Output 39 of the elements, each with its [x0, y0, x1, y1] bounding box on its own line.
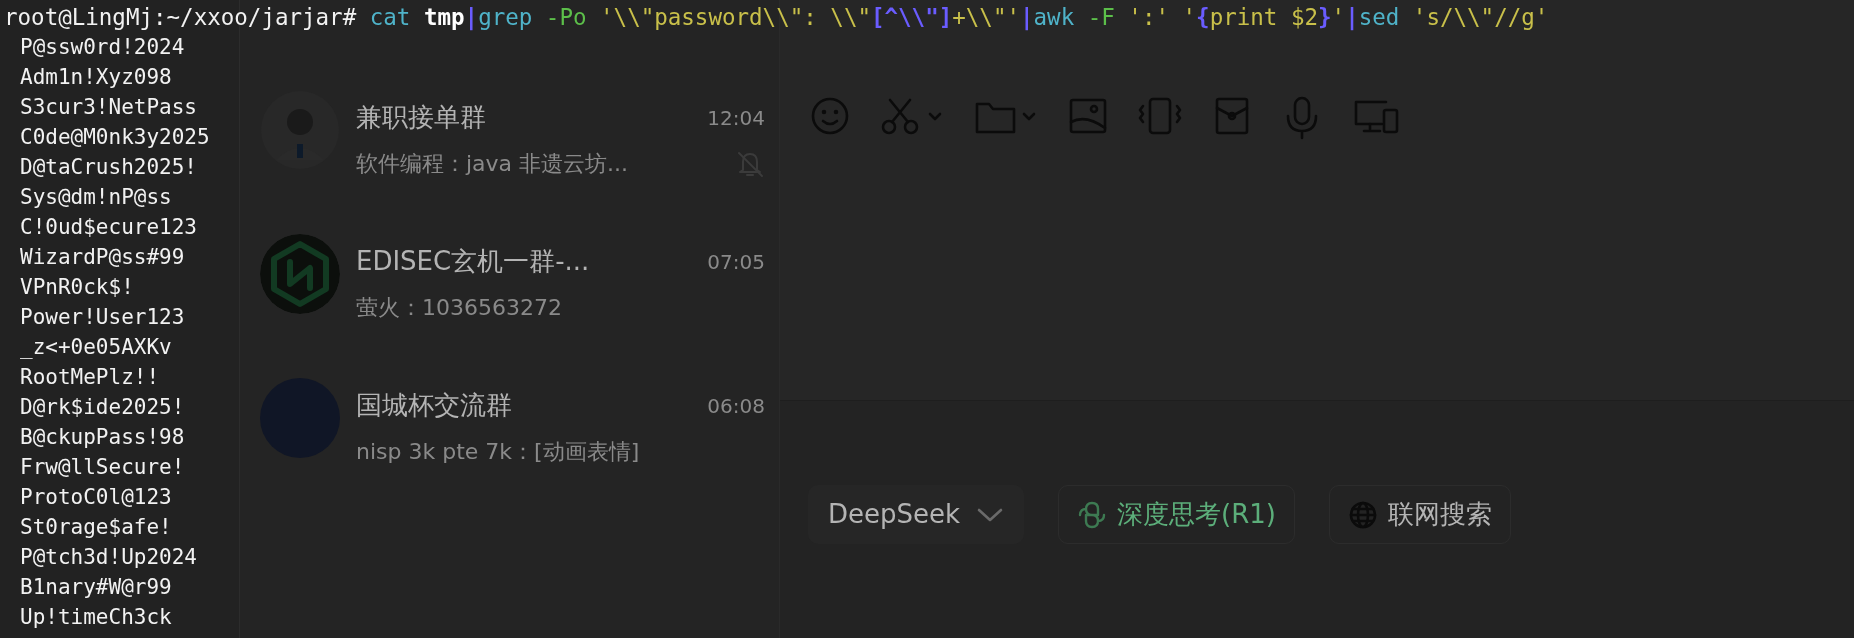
chat-name[interactable]: EDISEC玄机一群-...: [356, 242, 590, 281]
terminal-output-line: S3cur3!NetPass: [20, 94, 197, 121]
scissors-icon[interactable]: [880, 96, 944, 136]
terminal-output-line: D@taCrush2025!: [20, 154, 197, 181]
terminal-output-line: Frw@llSecure!: [20, 454, 185, 481]
terminal-output-line: RootMePlz!!: [20, 364, 160, 391]
terminal-output-line: VPnR0ck$!: [20, 274, 134, 301]
terminal-output-line: B@ckupPass!98: [20, 424, 185, 451]
vibrating-phone-icon[interactable]: [1138, 96, 1182, 136]
emoji-icon[interactable]: [810, 96, 850, 136]
terminal-output-line: ProtoC0l@123: [20, 484, 172, 511]
message-preview: nisp 3k pte 7k：[动画表情]: [356, 438, 640, 466]
terminal-output-line: WizardP@ss#99: [20, 244, 185, 271]
terminal-output-line: St0rage$afe!: [20, 514, 172, 541]
terminal-output-line: D@rk$ide2025!: [20, 394, 185, 421]
terminal-output-line: Adm1n!Xyz098: [20, 64, 172, 91]
terminal-output-line: C0de@M0nk3y2025: [20, 124, 210, 151]
message-preview: 萤火：1036563272: [356, 294, 562, 322]
terminal-output-line: C!0ud$ecure123: [20, 214, 197, 241]
chat-name[interactable]: 兼职接单群: [356, 98, 486, 137]
hexagon-logo-icon: [260, 234, 340, 314]
terminal-output-line: P@tch3d!Up2024: [20, 544, 197, 571]
terminal-output-line: B1nary#W@r99: [20, 574, 172, 601]
chat-time: 07:05: [707, 248, 765, 276]
image-icon[interactable]: [1068, 96, 1108, 136]
chat-time: 06:08: [707, 392, 765, 420]
message-preview: 软件编程：java 非遗云坊...: [356, 150, 629, 178]
chat-name[interactable]: 国城杯交流群: [356, 386, 512, 425]
terminal-output-line: _z<+0e05AXKv: [20, 334, 172, 361]
web-search-button[interactable]: 联网搜索: [1329, 485, 1511, 544]
globe-icon: [1348, 499, 1378, 530]
terminal-output-line: P@ssw0rd!2024: [20, 34, 185, 61]
terminal-output-line: Power!User123: [20, 304, 185, 331]
chat-time: 12:04: [707, 104, 765, 132]
terminal-output-line: Up!timeCh3ck: [20, 604, 172, 631]
terminal-command: root@LingMj:~/xxoo/jarjar# cat tmp|grep -Po '\\"password\\": \\"[^\\"]+\\"'|awk -F ':' '{print $2}'|sed 's/\\"//g': [3, 3, 1549, 32]
flower-icon: [1077, 499, 1108, 530]
deep-think-button[interactable]: 深度思考(R1): [1058, 485, 1295, 544]
terminal-output-line: Sys@dm!nP@ss: [20, 184, 172, 211]
